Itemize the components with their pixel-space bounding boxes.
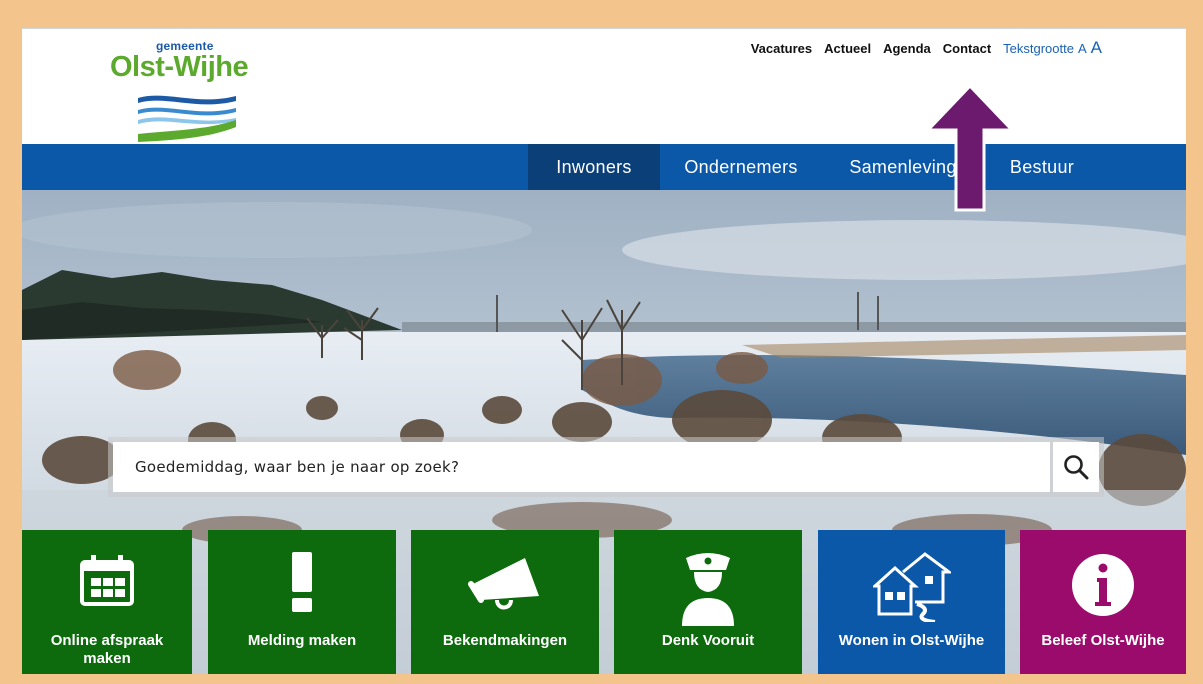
link-agenda[interactable]: Agenda xyxy=(883,41,931,56)
info-icon xyxy=(1072,554,1134,616)
tile-label: Online afspraak maken xyxy=(50,632,164,667)
search-bar xyxy=(108,437,1104,497)
tile-wonen[interactable]: Wonen in Olst-Wijhe xyxy=(818,530,1005,674)
logo-title: Olst-Wijhe xyxy=(110,51,249,83)
megaphone-icon xyxy=(468,558,539,610)
search-button[interactable] xyxy=(1053,442,1099,492)
text-size-label: Tekstgrootte xyxy=(1003,41,1074,56)
hero-image xyxy=(22,190,1186,674)
tile-label: Melding maken xyxy=(247,632,357,649)
top-links: Vacatures Actueel Agenda Contact Tekstgr… xyxy=(751,38,1102,58)
search-icon xyxy=(1064,455,1089,480)
tile-bekendmakingen[interactable]: Bekendmakingen xyxy=(411,530,599,674)
link-actueel[interactable]: Actueel xyxy=(824,41,871,56)
text-size-large-button[interactable]: A xyxy=(1091,38,1102,58)
tile-beleef[interactable]: Beleef Olst-Wijhe xyxy=(1020,530,1186,674)
browser-viewport: gemeente Olst-Wijhe Vacatures Actueel Ag… xyxy=(22,28,1186,674)
link-vacatures[interactable]: Vacatures xyxy=(751,41,812,56)
text-size-control: Tekstgrootte A A xyxy=(1003,38,1102,58)
houses-icon xyxy=(872,552,951,622)
nav-ondernemers[interactable]: Ondernemers xyxy=(660,144,822,190)
tile-online-afspraak[interactable]: Online afspraak maken xyxy=(22,530,192,674)
tile-label: Beleef Olst-Wijhe xyxy=(1041,632,1165,649)
police-officer-icon xyxy=(682,553,734,626)
tile-label: Bekendmakingen xyxy=(442,632,568,649)
calendar-icon xyxy=(80,555,134,606)
text-size-small-button[interactable]: A xyxy=(1078,41,1087,56)
nav-inwoners[interactable]: Inwoners xyxy=(528,144,660,190)
site-logo[interactable]: gemeente Olst-Wijhe xyxy=(108,37,268,142)
tile-label: Denk Vooruit xyxy=(661,632,755,649)
tile-label: Wonen in Olst-Wijhe xyxy=(838,632,985,649)
tile-melding-maken[interactable]: Melding maken xyxy=(208,530,396,674)
annotation-arrow-icon xyxy=(926,84,1016,212)
search-input[interactable] xyxy=(113,442,1050,492)
link-contact[interactable]: Contact xyxy=(943,41,991,56)
winter-landscape-image xyxy=(22,190,1186,674)
tile-denk-vooruit[interactable]: Denk Vooruit xyxy=(614,530,802,674)
exclamation-icon xyxy=(292,552,312,612)
logo-waves-icon xyxy=(138,95,236,142)
